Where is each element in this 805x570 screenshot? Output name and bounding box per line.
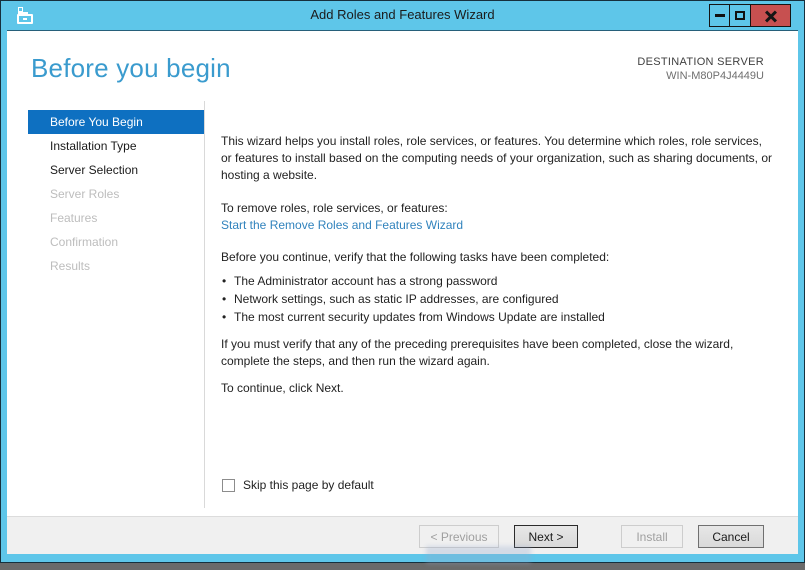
cancel-button[interactable]: Cancel <box>698 525 764 548</box>
remove-paragraph: To remove roles, role services, or featu… <box>221 200 772 234</box>
sidebar-item-before-you-begin[interactable]: Before You Begin <box>28 110 204 134</box>
remove-roles-link[interactable]: Start the Remove Roles and Features Wiza… <box>221 217 463 234</box>
page-header: Before you begin DESTINATION SERVER WIN-… <box>7 31 798 101</box>
sidebar-item-results: Results <box>50 259 91 273</box>
prereq-paragraph: If you must verify that any of the prece… <box>221 337 734 368</box>
maximize-icon <box>735 11 745 20</box>
sidebar-item-server-roles: Server Roles <box>50 187 120 201</box>
list-item: • Network settings, such as static IP add… <box>222 292 559 306</box>
sidebar-item-server-selection[interactable]: Server Selection <box>28 158 204 182</box>
sidebar-item-confirmation: Confirmation <box>50 235 119 249</box>
window-title: Add Roles and Features Wizard <box>310 7 495 22</box>
page-title: Before you begin <box>31 53 231 83</box>
wizard-window: Add Roles and Features Wizard Before you… <box>0 0 805 564</box>
list-item: • The most current security updates from … <box>222 310 605 324</box>
minimize-icon <box>714 14 725 17</box>
list-item: • The Administrator account has a strong … <box>222 274 498 288</box>
destination-server-name: WIN-M80P4J4449U <box>666 70 764 82</box>
bullet-icon: • <box>222 292 227 306</box>
close-button[interactable] <box>751 4 791 27</box>
next-button[interactable]: Next > <box>514 525 578 548</box>
title-bar[interactable]: Add Roles and Features Wizard <box>1 1 804 30</box>
sidebar-item-features: Features <box>50 211 98 225</box>
destination-server-block: DESTINATION SERVER WIN-M80P4J4449U <box>637 55 764 83</box>
page-content: This wizard helps you install roles, rol… <box>221 133 772 397</box>
verify-line: Before you continue, verify that the fol… <box>221 250 610 264</box>
destination-server-label: DESTINATION SERVER <box>637 56 764 68</box>
skip-page-label: Skip this page by default <box>243 478 374 492</box>
sidebar-divider <box>204 101 205 508</box>
continue-line: To continue, click Next. <box>221 381 344 395</box>
remove-line: To remove roles, role services, or featu… <box>221 201 448 215</box>
skip-page-checkbox[interactable] <box>222 478 235 492</box>
skip-page-row: Skip this page by default <box>222 478 374 492</box>
sidebar-item-installation-type[interactable]: Installation Type <box>28 134 204 158</box>
intro-paragraph: This wizard helps you install roles, rol… <box>221 134 772 182</box>
minimize-button[interactable] <box>709 4 730 27</box>
prerequisite-list: • The Administrator account has a strong … <box>221 272 772 326</box>
bullet-icon: • <box>222 274 227 288</box>
wizard-steps-sidebar: Before You Begin Installation Type Serve… <box>28 110 204 278</box>
install-button[interactable]: Install <box>621 525 683 548</box>
previous-button[interactable]: < Previous <box>419 525 499 548</box>
wizard-client-area: Before you begin DESTINATION SERVER WIN-… <box>7 30 798 554</box>
close-icon <box>764 9 778 23</box>
footer-bar: < Previous Next > Install Cancel <box>7 516 798 554</box>
window-controls <box>709 4 791 27</box>
maximize-button[interactable] <box>730 4 751 27</box>
bullet-icon: • <box>222 310 227 324</box>
